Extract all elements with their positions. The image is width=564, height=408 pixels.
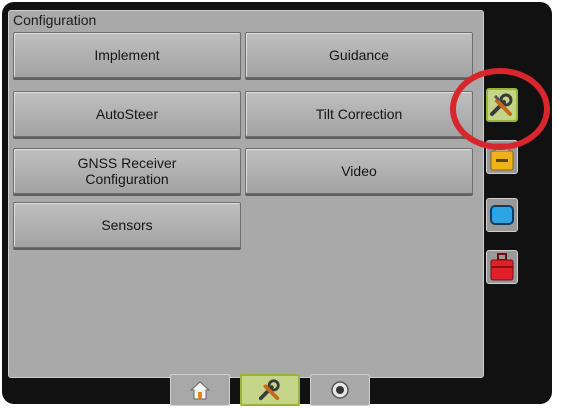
tilt-correction-label: Tilt Correction	[315, 106, 403, 122]
gnss-label-line1: GNSS Receiver	[77, 155, 177, 171]
tab-configuration[interactable]	[486, 88, 518, 122]
bottom-navigation	[170, 374, 370, 406]
gnss-label-line2: Configuration	[85, 171, 169, 187]
tilt-correction-button[interactable]: Tilt Correction	[245, 91, 473, 137]
video-button[interactable]: Video	[245, 148, 473, 194]
configuration-panel: Configuration Implement Guidance AutoSte…	[8, 10, 484, 378]
gnss-receiver-configuration-button[interactable]: GNSS Receiver Configuration	[13, 148, 241, 194]
tab-system-display[interactable]	[486, 198, 518, 232]
sensors-label: Sensors	[101, 217, 153, 233]
tab-data-management[interactable]	[486, 140, 518, 174]
wrench-screwdriver-icon	[490, 93, 513, 116]
panel-title: Configuration	[13, 12, 97, 28]
blue-screen-icon	[490, 205, 514, 225]
autosteer-label: AutoSteer	[95, 106, 159, 122]
camera-icon	[331, 381, 349, 399]
video-label: Video	[341, 163, 377, 179]
configuration-nav-button[interactable]	[240, 374, 300, 406]
guidance-label: Guidance	[329, 47, 389, 63]
gnss-receiver-configuration-label: GNSS Receiver Configuration	[78, 155, 177, 187]
yellow-printer-icon	[490, 143, 514, 171]
home-icon	[189, 381, 211, 400]
red-toolbox-icon	[490, 253, 514, 281]
wrench-screwdriver-icon	[258, 379, 280, 401]
implement-label: Implement	[94, 47, 160, 63]
autosteer-button[interactable]: AutoSteer	[13, 91, 241, 137]
tab-toolbox[interactable]	[486, 250, 518, 284]
guidance-button[interactable]: Guidance	[245, 32, 473, 78]
implement-button[interactable]: Implement	[13, 32, 241, 78]
home-button[interactable]	[170, 374, 230, 406]
camera-button[interactable]	[310, 374, 370, 406]
sensors-button[interactable]: Sensors	[13, 202, 241, 248]
